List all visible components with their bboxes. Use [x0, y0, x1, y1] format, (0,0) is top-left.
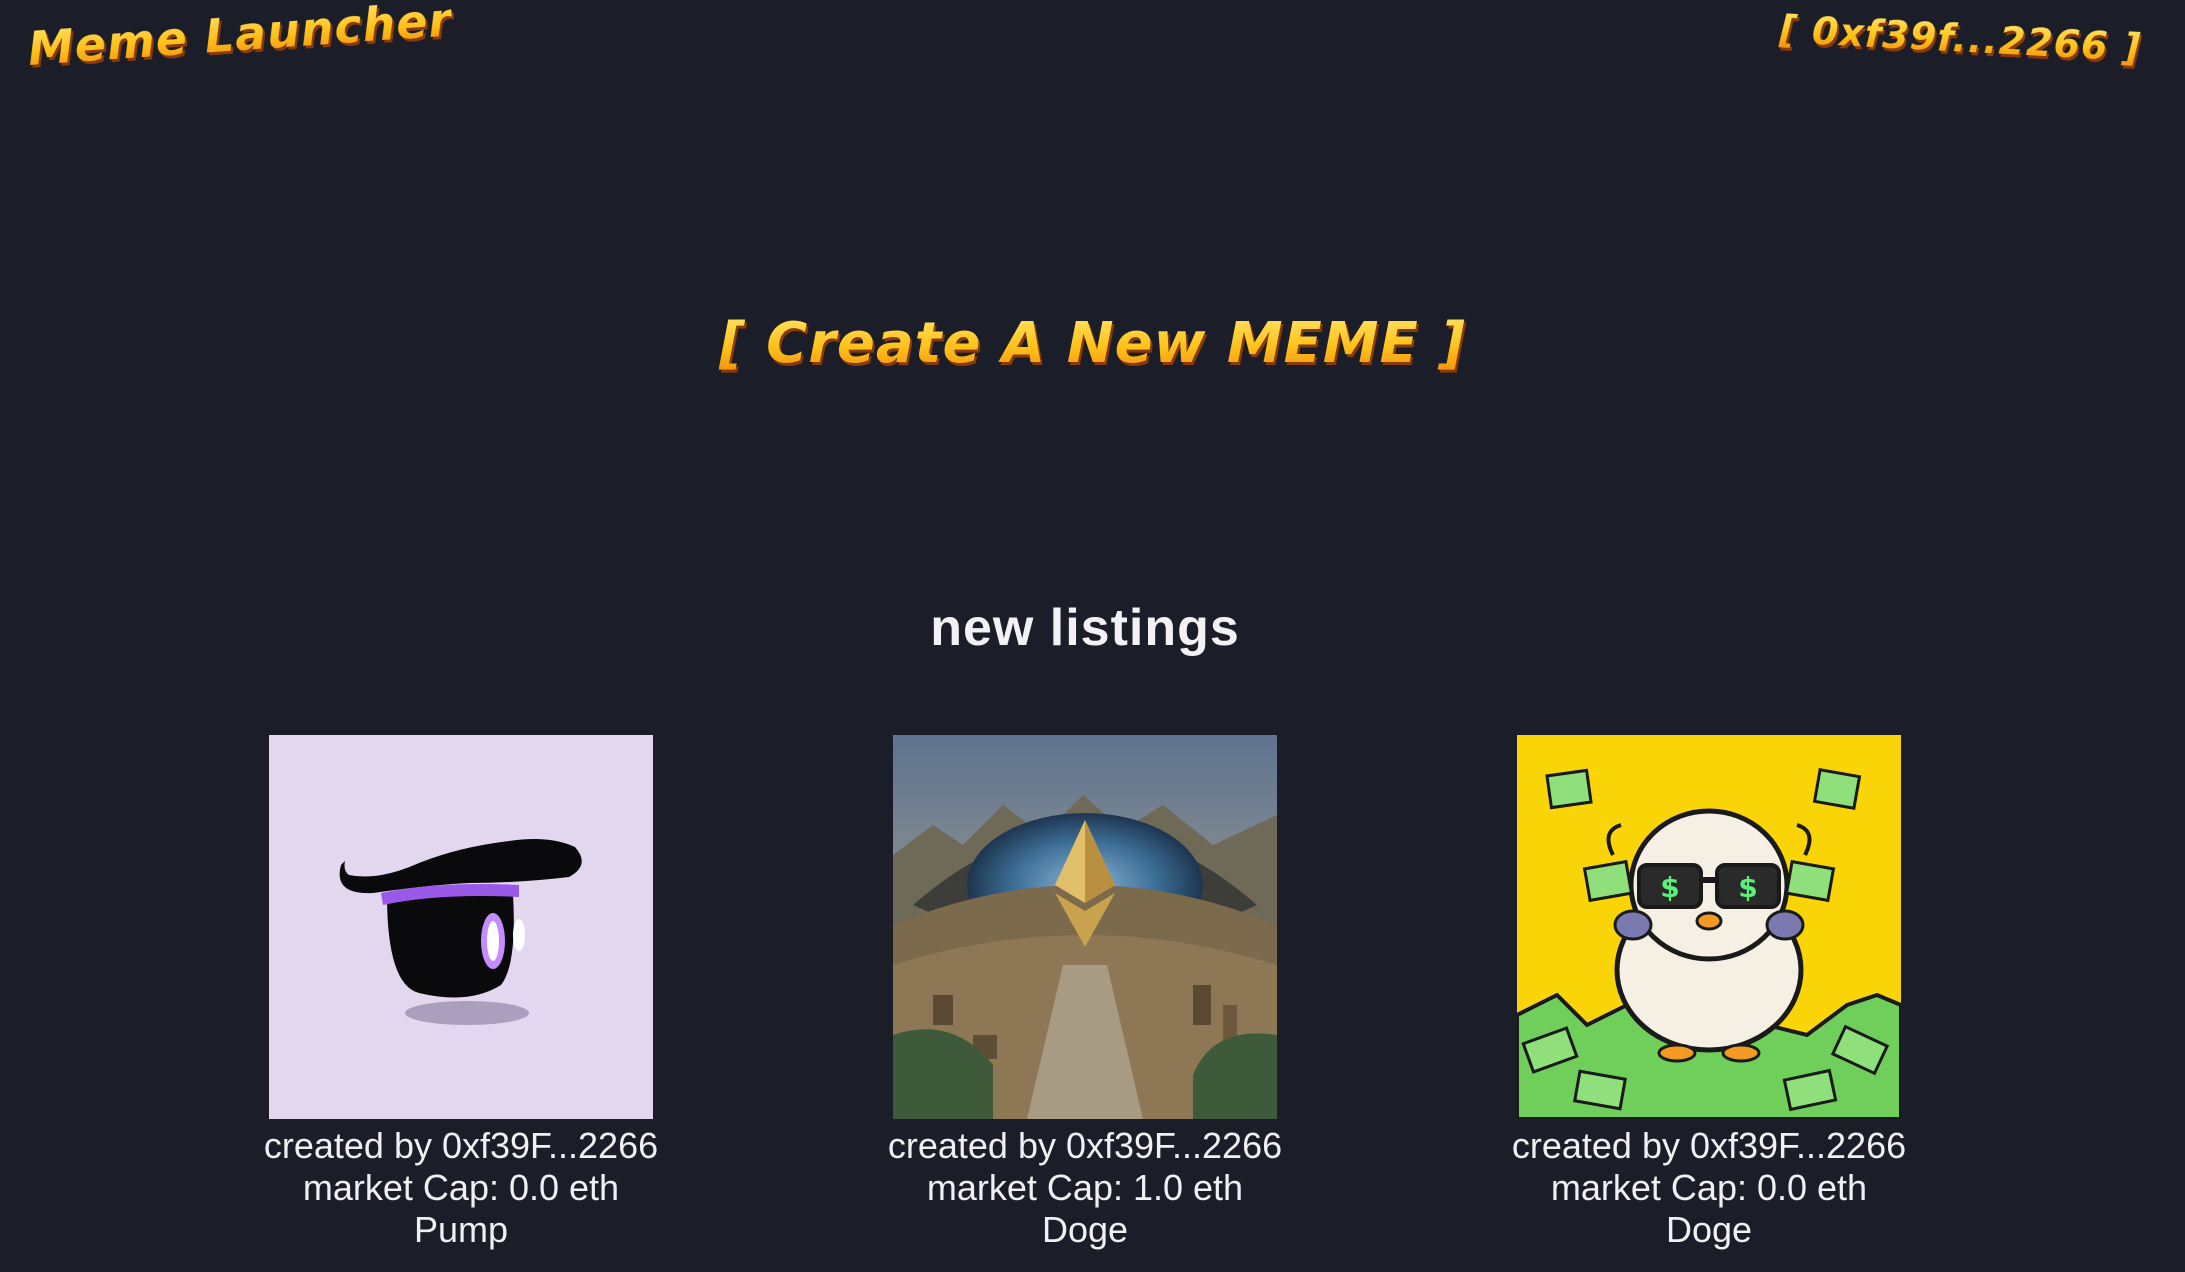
creator-text: created by 0xf39F...2266 — [1511, 1125, 1907, 1166]
listing-card[interactable]: created by 0xf39F...2266 market Cap: 0.0… — [191, 735, 731, 1251]
purple-hat-mascot-image — [269, 735, 653, 1119]
new-listings-heading: new listings — [930, 599, 1240, 657]
svg-text:$: $ — [1660, 871, 1679, 904]
token-name: Doge — [1041, 1209, 1129, 1250]
token-name: Pump — [413, 1209, 509, 1250]
creator-text: created by 0xf39F...2266 — [887, 1125, 1283, 1166]
money-duck-sunglasses-image: $ $ — [1517, 735, 1901, 1119]
listing-card[interactable]: created by 0xf39F...2266 market Cap: 1.0… — [815, 735, 1355, 1251]
ethereum-eye-landscape-image — [893, 735, 1277, 1119]
market-cap-text: market Cap: 1.0 eth — [926, 1167, 1244, 1208]
create-meme-button[interactable]: [ Create A New MEME ] — [719, 311, 1466, 376]
app-logo[interactable]: Meme Launcher — [26, 0, 454, 76]
listings-grid: created by 0xf39F...2266 market Cap: 0.0… — [0, 735, 2185, 1255]
token-name: Doge — [1665, 1209, 1753, 1250]
creator-text: created by 0xf39F...2266 — [263, 1125, 659, 1166]
wallet-address-button[interactable]: [ 0xf39f...2266 ] — [1778, 7, 2142, 70]
listing-card[interactable]: $ $ created by 0xf39F...2266 market Cap:… — [1439, 735, 1979, 1251]
page: Meme Launcher [ 0xf39f...2266 ] [ Create… — [0, 0, 2185, 1272]
market-cap-text: market Cap: 0.0 eth — [302, 1167, 620, 1208]
svg-text:$: $ — [1738, 871, 1757, 904]
market-cap-text: market Cap: 0.0 eth — [1550, 1167, 1868, 1208]
create-meme-section: [ Create A New MEME ] — [0, 310, 2185, 376]
